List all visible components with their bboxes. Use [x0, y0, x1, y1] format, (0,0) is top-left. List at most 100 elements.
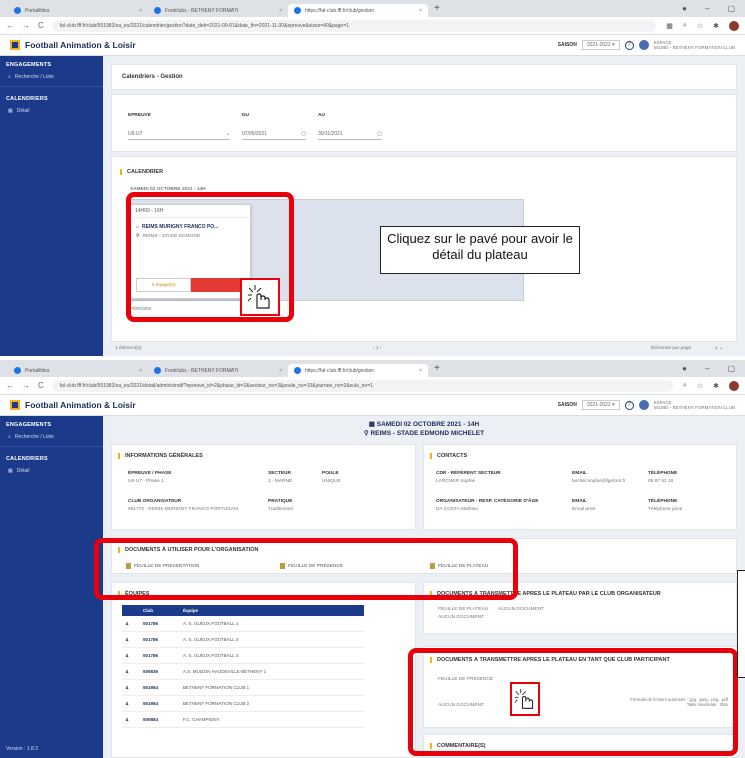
contacts-card: CONTACTS CDR - RÉFÉRENT SECTEUR LARCHER … — [423, 444, 737, 530]
sidebar-item-recherche[interactable]: ⌕ Recherche / Liste — [0, 71, 103, 83]
browser-tab-active[interactable]: https://fal-club.fff.fr/club/gestion × — [288, 364, 428, 377]
calendar-icon[interactable]: ▢ — [301, 131, 306, 137]
club-info[interactable]: ESPACE 551984 - BETHENY FORMATION CLUB — [654, 400, 735, 411]
browser-tab[interactable]: Footclubs - BETHENY FORMATI × — [148, 364, 288, 377]
back-icon[interactable]: ← — [6, 381, 14, 390]
tel2-label: TÉLÉPHONE — [648, 499, 678, 504]
calendar-icon: ▦ — [8, 108, 13, 114]
app-logo-icon — [10, 40, 20, 50]
sidebar-item-detail[interactable]: ▦ Détail — [0, 465, 103, 477]
tab-favicon-icon — [294, 367, 301, 374]
sidebar-divider — [0, 446, 103, 447]
record-icon[interactable]: ● — [682, 4, 687, 13]
email-value[interactable]: larcher.sophie@lgefoot.fr — [572, 479, 625, 484]
sidebar-item-recherche[interactable]: ⌕ Recherche / Liste — [0, 431, 103, 443]
extension-icon[interactable]: ▦ — [666, 22, 673, 30]
star-icon[interactable]: ☆ — [697, 22, 703, 30]
tab-favicon-icon — [154, 7, 161, 14]
close-icon[interactable]: × — [279, 8, 282, 14]
email2-value: Email privé — [572, 507, 596, 512]
forward-icon[interactable]: → — [22, 21, 30, 30]
browser-tab[interactable]: Portailitites × — [8, 4, 148, 17]
minimize-icon[interactable]: – — [705, 364, 709, 373]
window-controls: ● – ▢ — [682, 4, 745, 13]
minimize-icon[interactable]: – — [705, 4, 709, 13]
season-select[interactable]: 2021-2022 ▾ — [581, 40, 620, 50]
browser-tab-active[interactable]: https://fal-club.fff.fr/club/gestion × — [288, 4, 428, 17]
du-label: DU — [242, 113, 249, 118]
profile-avatar[interactable] — [729, 20, 739, 31]
callout-plateau: Cliquez sur le pavé pour avoir le détail… — [380, 226, 580, 274]
calendar-icon[interactable]: ▢ — [377, 131, 382, 137]
cdr-label: CDR - RÉFÉRENT SECTEUR — [436, 471, 501, 476]
close-icon[interactable]: × — [139, 368, 142, 374]
app-title: Football Animation & Loisir — [25, 400, 136, 410]
table-row[interactable]: ♟ 501786 A. S. GUEUX FOOTBALL 3 — [122, 647, 364, 664]
search-icon: ⌕ — [8, 434, 11, 440]
close-icon[interactable]: × — [419, 368, 422, 374]
forward-icon[interactable]: → — [22, 381, 30, 390]
browser-tabbar: Portailitites × Footclubs - BETHENY FORMA… — [0, 360, 745, 377]
help-icon[interactable]: ? — [624, 40, 634, 50]
pratique-label: PRATIQUE — [268, 499, 293, 504]
new-tab-icon[interactable]: + — [434, 363, 440, 374]
close-icon[interactable]: × — [279, 368, 282, 374]
email2-label: EMAIL — [572, 499, 587, 504]
trans-org-doc[interactable]: FEUILLE DE PLATEAU — [438, 607, 488, 612]
user-icon: ♟ — [122, 663, 140, 680]
table-row[interactable]: ♟ 551984 BETHENY FORMATION CLUB 2 — [122, 695, 364, 712]
per-page-select[interactable]: 1 ⌄ — [715, 346, 723, 351]
date-to-field[interactable]: 30/11/2021 ▢ — [318, 129, 382, 140]
help-icon[interactable]: ? — [624, 400, 634, 410]
sidebar-item-detail[interactable]: ▦ Détail — [0, 105, 103, 117]
info-title: INFORMATIONS GÉNÉRALES — [118, 453, 203, 459]
puzzle-icon[interactable]: ✱ — [713, 382, 719, 390]
table-row[interactable]: ♟ 501786 A. S. GUEUX FOOTBALL 2 — [122, 631, 364, 648]
url-field[interactable]: fal-club.fff.fr/club/551983/sa_eu/2021/d… — [51, 379, 673, 392]
cdr-value: LARCHER Sophie — [436, 479, 476, 484]
profile-avatar[interactable] — [729, 380, 739, 391]
trans-org-none-2: AUCUN DOCUMENT — [438, 615, 485, 620]
epreuve-select[interactable]: U6-U7 ⌄ — [128, 129, 230, 140]
epreuve-value: U6-U7 - Phase 1 — [128, 479, 164, 484]
back-icon[interactable]: ← — [6, 21, 14, 30]
table-row[interactable]: ♟ 505836 A.S. MUIZON HAUDEVILLE-BÉTHENY 1 — [122, 663, 364, 680]
table-row[interactable]: ♟ 501786 A. S. GUEUX FOOTBALL 1 — [122, 616, 364, 632]
epreuve-label: ÉPREUVE / PHASE — [128, 471, 172, 476]
table-row[interactable]: ♟ 551984 BETHENY FORMATION CLUB 1 — [122, 679, 364, 696]
hand-cursor-icon — [247, 285, 270, 309]
click-cursor-box — [510, 682, 540, 716]
email-label: EMAIL — [572, 471, 587, 476]
url-field[interactable]: fal-club.fff.fr/club/551983/sa_eu/2021/c… — [51, 19, 657, 32]
maximize-icon[interactable]: ▢ — [727, 4, 735, 13]
contacts-title: CONTACTS — [430, 453, 467, 459]
pagination-nav[interactable]: ‹ 1 › — [373, 346, 382, 351]
browser-tabbar: Portailitites × Footclubs - BETHENY FORMA… — [0, 0, 745, 17]
zoom-icon[interactable]: ⌕ — [683, 22, 687, 30]
maximize-icon[interactable]: ▢ — [727, 364, 735, 373]
secteur-value: 1 - MARNE — [268, 479, 293, 484]
browser-tab[interactable]: Footclubs - BETHENY FORMATI × — [148, 4, 288, 17]
trans-org-none-1: AUCUN DOCUMENT — [498, 607, 545, 612]
close-icon[interactable]: × — [139, 8, 142, 14]
zoom-icon[interactable]: ⌕ — [683, 382, 687, 390]
club-info[interactable]: ESPACE 551984 - BETHENY FORMATION CLUB — [654, 40, 735, 51]
puzzle-icon[interactable]: ✱ — [713, 22, 719, 30]
table-row[interactable]: ♟ 500884 F.C. CHAMPIGNY — [122, 711, 364, 728]
star-icon[interactable]: ☆ — [697, 382, 703, 390]
record-icon[interactable]: ● — [682, 364, 687, 373]
browser-tab[interactable]: Portailitites × — [8, 364, 148, 377]
tab-favicon-icon — [14, 7, 21, 14]
close-icon[interactable]: × — [419, 8, 422, 14]
tel-label: TÉLÉPHONE — [648, 471, 678, 476]
sidebar-section-calendriers: CALENDRIERS — [6, 456, 48, 462]
date-from-field[interactable]: 07/09/2021 ▢ — [242, 129, 306, 140]
equipes-table-wrap: Club Équipe ♟ 501786 A. S. GUEUX FOOTBALL … — [122, 605, 364, 728]
calendar-section-title: CALENDRIER — [120, 169, 163, 175]
reload-icon[interactable]: C — [38, 21, 44, 30]
season-select[interactable]: 2021-2022 ▾ — [581, 400, 620, 410]
table-header: Club Équipe — [122, 605, 364, 616]
reload-icon[interactable]: C — [38, 381, 44, 390]
new-tab-icon[interactable]: + — [434, 3, 440, 14]
tab-favicon-icon — [14, 367, 21, 374]
